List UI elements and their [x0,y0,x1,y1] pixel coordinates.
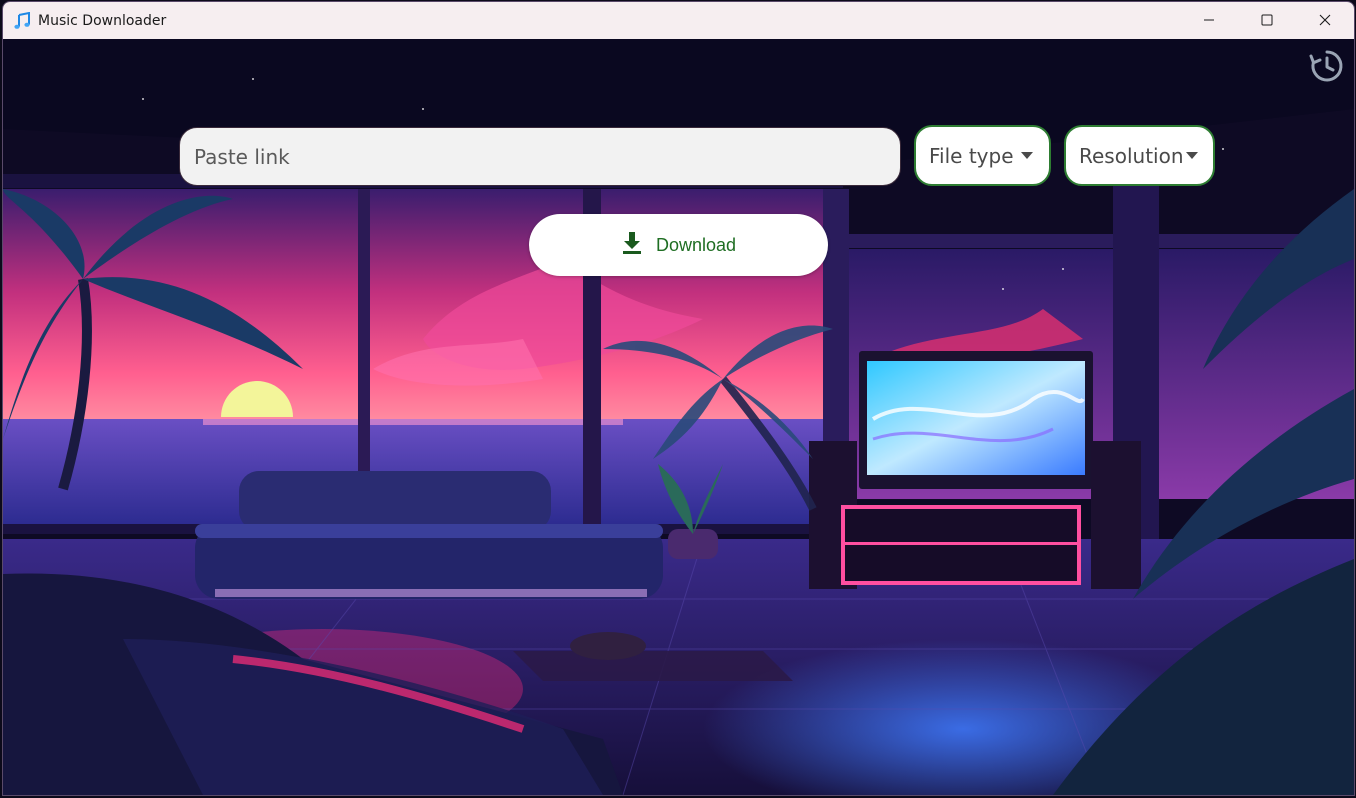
maximize-button[interactable] [1238,2,1296,39]
caret-down-icon [1185,152,1198,159]
download-icon [621,231,643,259]
minimize-button[interactable] [1180,2,1238,39]
main-content: File type Resolution Download [3,39,1354,795]
history-icon [1309,48,1345,88]
close-icon [1319,11,1331,30]
caret-down-icon [1020,152,1033,159]
file-type-label: File type [929,143,1014,168]
music-note-icon [12,11,32,31]
download-button[interactable]: Download [529,214,828,276]
resolution-label: Resolution [1079,143,1184,168]
file-type-dropdown[interactable]: File type [914,125,1051,186]
close-button[interactable] [1296,2,1354,39]
maximize-icon [1261,11,1273,30]
window-title: Music Downloader [38,12,167,29]
minimize-icon [1203,11,1215,30]
history-button[interactable] [1308,49,1346,87]
app-window: Music Downloader Paste link File type Re… [2,1,1355,796]
title-bar[interactable]: Music Downloader [3,2,1354,39]
link-input[interactable] [179,127,901,186]
resolution-dropdown[interactable]: Resolution [1064,125,1215,186]
download-label: Download [655,234,737,255]
window-controls [1180,2,1354,39]
